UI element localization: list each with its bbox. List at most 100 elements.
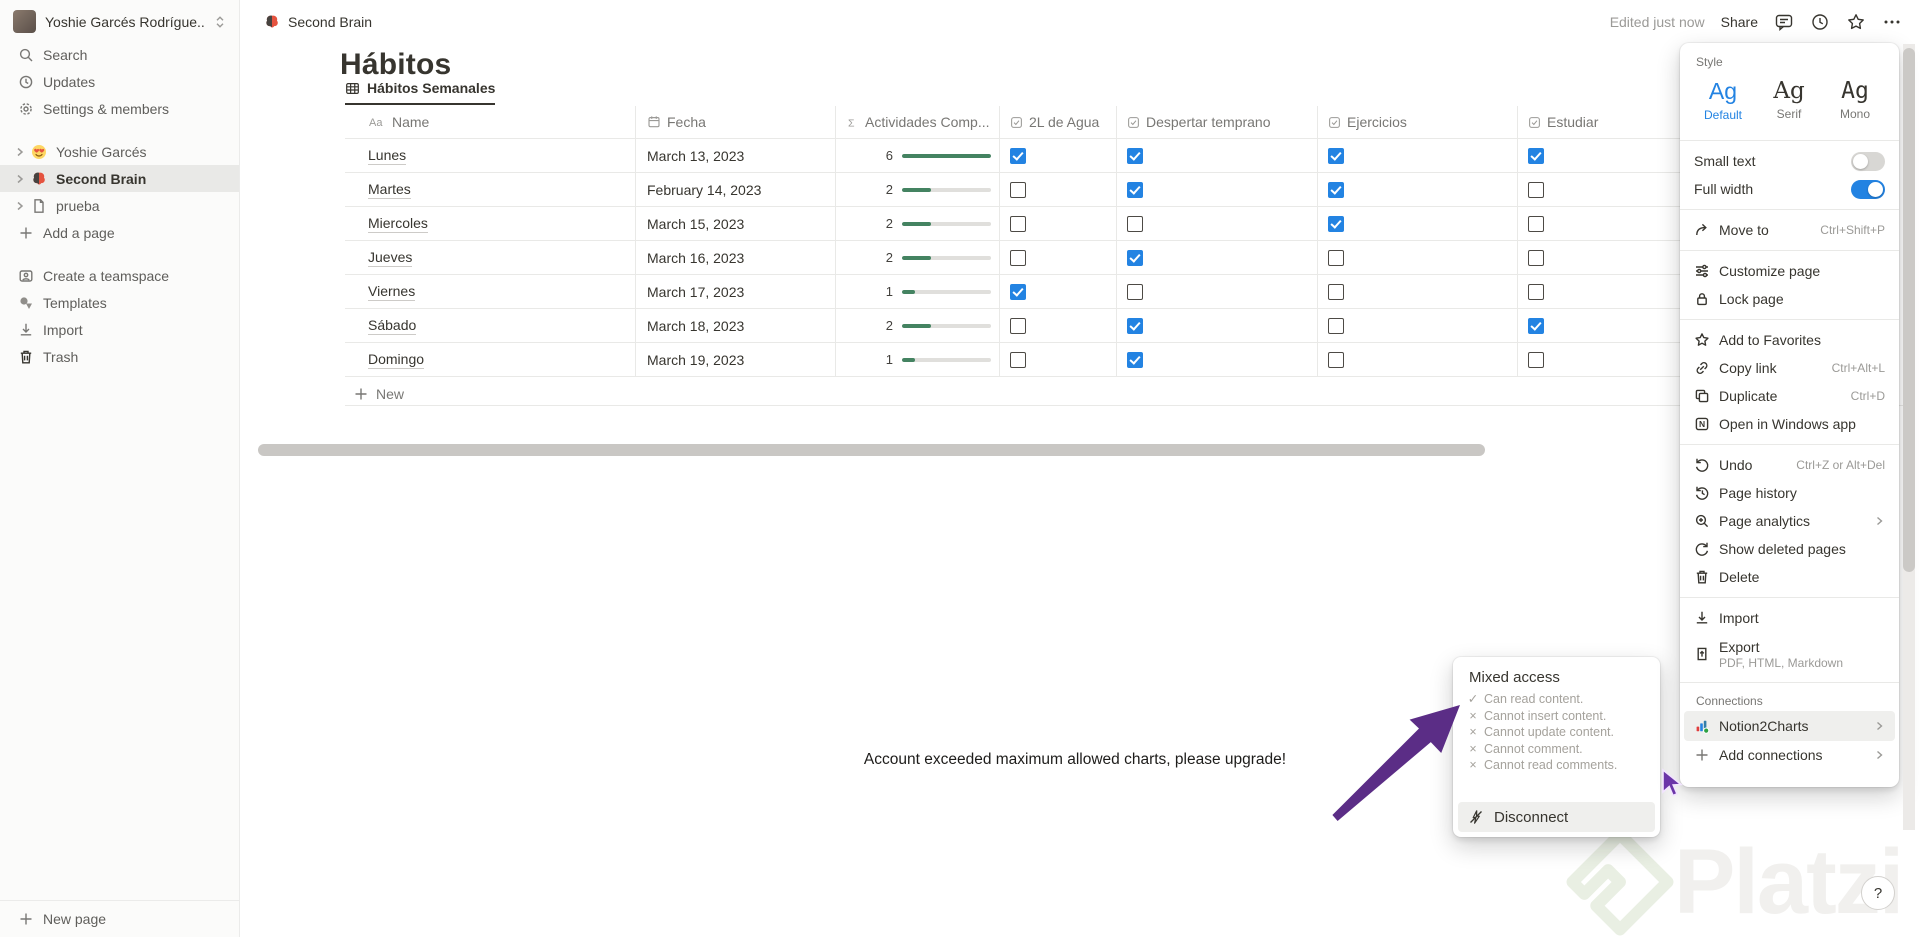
column-header-actividades-comp-[interactable]: Σ Actividades Comp... (836, 106, 1000, 138)
checkbox-unchecked[interactable] (1010, 215, 1026, 232)
menu-item-import[interactable]: Import (1680, 604, 1899, 632)
cell-name[interactable]: Jueves (345, 241, 636, 274)
more-options-icon[interactable] (1882, 12, 1902, 32)
sidebar-item-import[interactable]: Import (0, 316, 239, 343)
cell-fecha[interactable]: March 18, 2023 (636, 309, 836, 342)
column-header-fecha[interactable]: Fecha (636, 106, 836, 138)
sidebar-item-search[interactable]: Search (0, 41, 239, 68)
sidebar-item-updates[interactable]: Updates (0, 68, 239, 95)
checkbox-unchecked[interactable] (1528, 181, 1544, 198)
cell-checkbox[interactable] (1318, 309, 1518, 342)
checkbox-checked[interactable] (1127, 147, 1143, 164)
cell-fecha[interactable]: March 17, 2023 (636, 275, 836, 308)
checkbox-unchecked[interactable] (1328, 351, 1344, 368)
cell-actividades[interactable]: 1 (836, 275, 1000, 308)
cell-name[interactable]: Martes (345, 173, 636, 206)
checkbox-checked[interactable] (1127, 181, 1143, 198)
checkbox-checked[interactable] (1528, 317, 1544, 334)
checkbox-unchecked[interactable] (1328, 283, 1344, 300)
checkbox-unchecked[interactable] (1528, 215, 1544, 232)
cell-checkbox[interactable] (1117, 173, 1318, 206)
help-button[interactable]: ? (1861, 876, 1895, 910)
font-option-serif[interactable]: Ag Serif (1756, 74, 1822, 126)
checkbox-checked[interactable] (1328, 215, 1344, 232)
menu-item-undo[interactable]: Undo Ctrl+Z or Alt+Del (1680, 451, 1899, 479)
menu-item-add-connections[interactable]: Add connections (1680, 741, 1899, 769)
sidebar-item-prueba[interactable]: prueba (0, 192, 239, 219)
cell-fecha[interactable]: March 19, 2023 (636, 343, 836, 376)
column-header-name[interactable]: Aa Name (345, 106, 636, 138)
checkbox-unchecked[interactable] (1010, 181, 1026, 198)
menu-item-copy-link[interactable]: Copy link Ctrl+Alt+L (1680, 354, 1899, 382)
column-header-2l-de-agua[interactable]: 2L de Agua (1000, 106, 1117, 138)
cell-checkbox[interactable] (1318, 173, 1518, 206)
checkbox-unchecked[interactable] (1127, 215, 1143, 232)
cell-name[interactable]: Sábado (345, 309, 636, 342)
checkbox-checked[interactable] (1010, 283, 1026, 300)
share-button[interactable]: Share (1721, 14, 1758, 30)
cell-checkbox[interactable] (1117, 309, 1318, 342)
checkbox-unchecked[interactable] (1010, 351, 1026, 368)
cell-name[interactable]: Miercoles (345, 207, 636, 240)
checkbox-unchecked[interactable] (1010, 249, 1026, 266)
column-header-ejercicios[interactable]: Ejercicios (1318, 106, 1518, 138)
checkbox-unchecked[interactable] (1328, 317, 1344, 334)
menu-item-export[interactable]: Export PDF, HTML, Markdown (1680, 632, 1899, 676)
menu-item-delete[interactable]: Delete (1680, 563, 1899, 591)
checkbox-checked[interactable] (1528, 147, 1544, 164)
checkbox-unchecked[interactable] (1528, 283, 1544, 300)
cell-fecha[interactable]: March 16, 2023 (636, 241, 836, 274)
menu-item-move-to[interactable]: Move to Ctrl+Shift+P (1680, 216, 1899, 244)
checkbox-unchecked[interactable] (1528, 249, 1544, 266)
checkbox-checked[interactable] (1127, 249, 1143, 266)
cell-checkbox[interactable] (1318, 343, 1518, 376)
font-option-default[interactable]: Ag Default (1690, 74, 1756, 126)
checkbox-unchecked[interactable] (1328, 249, 1344, 266)
cell-actividades[interactable]: 6 (836, 139, 1000, 172)
column-header-despertar-temprano[interactable]: Despertar temprano (1117, 106, 1318, 138)
menu-item-small-text[interactable]: Small text (1680, 147, 1899, 175)
cell-checkbox[interactable] (1000, 173, 1117, 206)
menu-item-page-history[interactable]: Page history (1680, 479, 1899, 507)
cell-checkbox[interactable] (1000, 207, 1117, 240)
cell-name[interactable]: Viernes (345, 275, 636, 308)
menu-item-page-analytics[interactable]: Page analytics (1680, 507, 1899, 535)
checkbox-checked[interactable] (1010, 147, 1026, 164)
font-option-mono[interactable]: Ag Mono (1822, 74, 1888, 126)
menu-item-add-to-favorites[interactable]: Add to Favorites (1680, 326, 1899, 354)
cell-actividades[interactable]: 2 (836, 241, 1000, 274)
cell-checkbox[interactable] (1117, 241, 1318, 274)
menu-item-notion2charts[interactable]: Notion2Charts (1684, 711, 1895, 741)
cell-checkbox[interactable] (1318, 275, 1518, 308)
menu-item-customize-page[interactable]: Customize page (1680, 257, 1899, 285)
sidebar-item-create-a-teamspace[interactable]: Create a teamspace (0, 262, 239, 289)
workspace-switcher[interactable]: Yoshie Garcés Rodrígue... (0, 0, 239, 41)
breadcrumb[interactable]: Second Brain (264, 10, 372, 34)
cell-checkbox[interactable] (1117, 139, 1318, 172)
tab-habitos-semanales[interactable]: Hábitos Semanales (345, 80, 496, 105)
new-page-button[interactable]: New page (0, 900, 239, 937)
cell-actividades[interactable]: 2 (836, 207, 1000, 240)
cell-checkbox[interactable] (1000, 275, 1117, 308)
menu-item-lock-page[interactable]: Lock page (1680, 285, 1899, 313)
cell-name[interactable]: Lunes (345, 139, 636, 172)
cell-fecha[interactable]: March 15, 2023 (636, 207, 836, 240)
favorite-star-icon[interactable] (1846, 12, 1866, 32)
menu-item-open-in-windows-app[interactable]: N Open in Windows app (1680, 410, 1899, 438)
checkbox-checked[interactable] (1127, 317, 1143, 334)
vertical-scrollbar-thumb[interactable] (1903, 48, 1915, 572)
cell-checkbox[interactable] (1000, 343, 1117, 376)
horizontal-scrollbar[interactable] (258, 444, 1485, 456)
checkbox-checked[interactable] (1328, 181, 1344, 198)
cell-checkbox[interactable] (1000, 309, 1117, 342)
checkbox-checked[interactable] (1328, 147, 1344, 164)
cell-fecha[interactable]: March 13, 2023 (636, 139, 836, 172)
updates-clock-icon[interactable] (1810, 12, 1830, 32)
sidebar-item-add-a-page[interactable]: Add a page (0, 219, 239, 246)
sidebar-item-trash[interactable]: Trash (0, 343, 239, 370)
cell-checkbox[interactable] (1000, 139, 1117, 172)
disconnect-button[interactable]: Disconnect (1458, 802, 1655, 832)
comments-icon[interactable] (1774, 12, 1794, 32)
sidebar-item-yoshie-garc-s[interactable]: Yoshie Garcés (0, 138, 239, 165)
cell-checkbox[interactable] (1000, 241, 1117, 274)
